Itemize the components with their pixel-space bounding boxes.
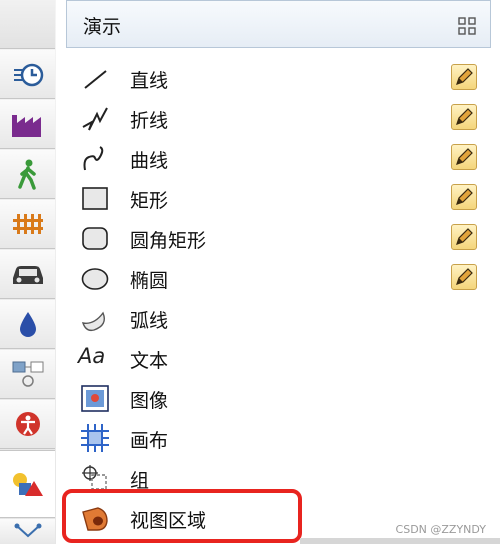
text-icon: Aa [78,344,106,368]
edit-curve-button[interactable] [451,144,477,170]
railway-icon [12,214,43,234]
palette-item-curve[interactable]: 曲线 [76,138,486,178]
side-tab-factory[interactable] [0,100,55,149]
palette-item-label: 弧线 [130,310,169,332]
edit-polyline-button[interactable] [451,104,477,130]
palette-item-label: 画布 [130,430,169,452]
timer-icon [13,63,43,87]
palette-item-canvas[interactable]: 画布 [76,418,486,458]
ellipse-icon [81,268,109,290]
pencil-icon [456,268,473,285]
fluid-drop-icon [19,312,36,337]
edit-rounded-rectangle-button[interactable] [451,224,477,250]
palette-item-arc[interactable]: 弧线 [76,298,486,338]
palette-item-label: 椭圆 [130,270,169,292]
process-flow-icon [12,361,43,387]
pencil-icon [456,148,473,165]
image-icon [81,385,109,412]
palette-item-rectangle[interactable]: 矩形 [76,178,486,218]
line-icon [84,70,107,89]
side-tab-car[interactable] [0,250,55,299]
factory-icon [11,115,41,137]
pencil-icon [456,108,473,125]
side-tab-fluid[interactable] [0,300,55,349]
side-tab-network[interactable] [0,519,55,544]
palette-panel: 演示 直线 折线 曲线 矩形 圆角矩形 椭圆 弧线 Aa 文本 图像 画布 组 … [56,0,500,544]
edit-line-button[interactable] [451,64,477,90]
pencil-icon [456,68,473,85]
grid-view-icon[interactable] [458,17,476,35]
view-area-highlight-box [62,489,302,543]
side-tab-blank[interactable] [0,0,55,49]
palette-item-label: 文本 [130,350,169,372]
edit-ellipse-button[interactable] [451,264,477,290]
rectangle-icon [82,187,108,210]
pencil-icon [456,188,473,205]
side-tab-accessibility[interactable] [0,400,55,449]
watermark: CSDN @ZZYNDY [395,523,486,536]
palette-item-ellipse[interactable]: 椭圆 [76,258,486,298]
palette-item-line[interactable]: 直线 [76,58,486,98]
palette-item-label: 圆角矩形 [130,230,207,252]
side-tab-strip [0,0,57,544]
curve-icon [83,146,104,171]
side-tab-railway[interactable] [0,200,55,249]
palette-item-label: 图像 [130,390,169,412]
horizontal-scrollbar[interactable] [300,538,500,544]
palette-header[interactable]: 演示 [66,0,491,48]
presentation-shapes-icon [12,473,43,496]
arc-icon [81,311,106,332]
side-tab-timer[interactable] [0,50,55,99]
car-icon [12,266,43,284]
polyline-icon [82,107,108,131]
palette-item-label: 直线 [130,70,169,92]
palette-item-text[interactable]: Aa 文本 [76,338,486,378]
side-tab-presentation[interactable] [0,450,55,518]
palette-item-label: 曲线 [130,150,169,172]
canvas-icon [81,424,109,452]
palette-item-image[interactable]: 图像 [76,378,486,418]
palette-item-rounded-rectangle[interactable]: 圆角矩形 [76,218,486,258]
rounded-rectangle-icon [82,227,108,250]
pencil-icon [456,228,473,245]
edit-rectangle-button[interactable] [451,184,477,210]
side-tab-process[interactable] [0,350,55,399]
network-icon [14,523,41,537]
palette-item-label: 折线 [130,110,169,132]
palette-title: 演示 [83,16,122,38]
side-tab-pedestrian[interactable] [0,150,55,199]
accessibility-icon [15,412,40,436]
palette-item-polyline[interactable]: 折线 [76,98,486,138]
pedestrian-icon [17,159,36,190]
palette-item-label: 矩形 [130,190,169,212]
